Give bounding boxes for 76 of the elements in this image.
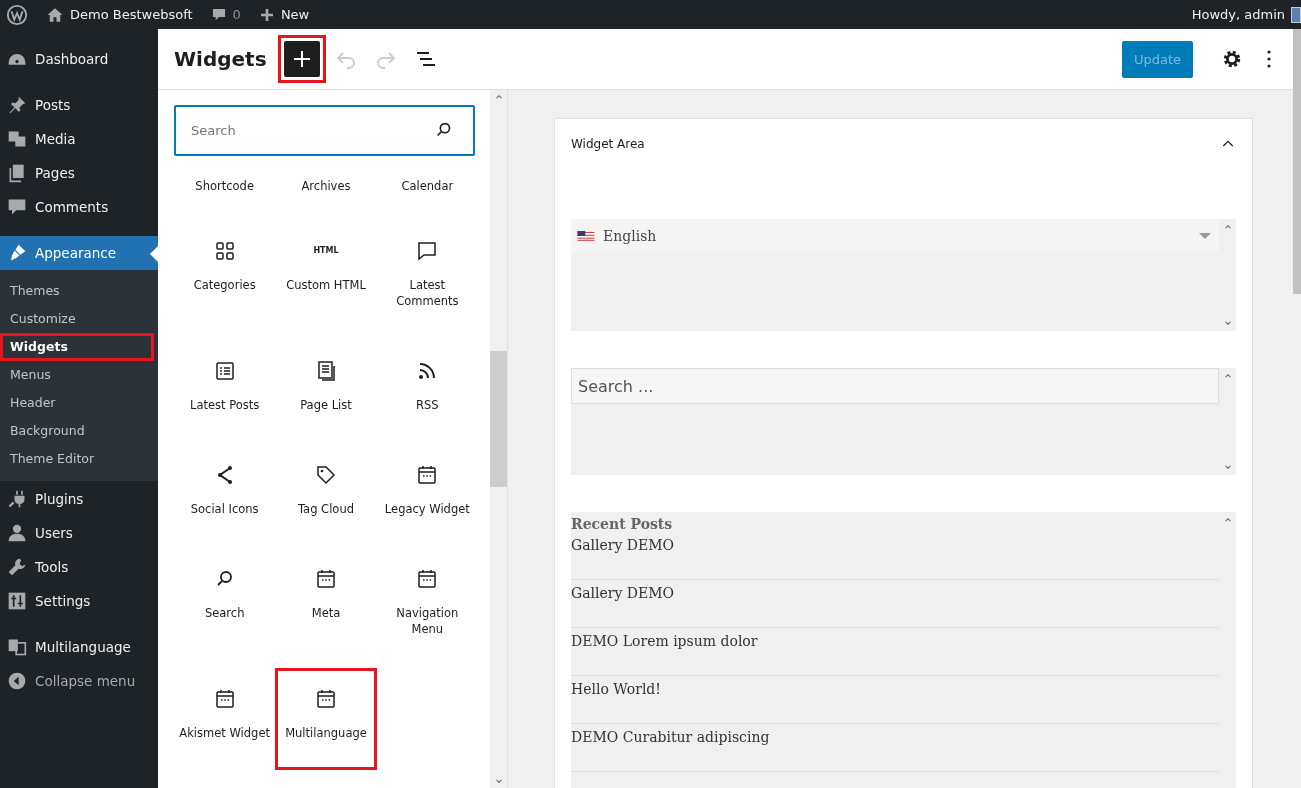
block-item[interactable]: Page List [275, 340, 377, 442]
media-icon [7, 129, 27, 149]
pushpin-icon [7, 95, 27, 115]
menu-item[interactable]: Pages [0, 156, 158, 190]
language-dropdown[interactable]: English [571, 219, 1219, 253]
menu-item[interactable]: Multilanguage [0, 630, 158, 664]
page-title: Widgets [174, 47, 267, 71]
collapse-icon [7, 671, 27, 691]
site-name-link[interactable]: Demo Bestwebsoft [70, 7, 193, 22]
block-item[interactable]: Multilanguage [275, 668, 377, 770]
plus-icon[interactable] [258, 6, 275, 23]
block-item[interactable]: Social Icons [174, 444, 276, 546]
block-item[interactable]: Categories [174, 220, 276, 338]
post-link[interactable]: Hello World! [571, 676, 1219, 724]
calendar-icon [314, 567, 338, 591]
greeting-link[interactable]: Howdy, admin [1191, 7, 1285, 22]
block-item[interactable]: Calendar [376, 156, 478, 218]
menu-item[interactable]: Dashboard [0, 42, 158, 76]
submenu-item[interactable]: Background [0, 417, 154, 445]
submenu-item[interactable]: Theme Editor [0, 445, 154, 473]
menu-item[interactable]: Tools [0, 550, 158, 584]
sliders-icon [7, 591, 27, 611]
settings-icon[interactable] [1221, 48, 1243, 70]
tag-icon [314, 463, 338, 487]
submenu-item[interactable]: Menus [0, 361, 154, 389]
widget-heading: Recent Posts [571, 516, 674, 532]
scrollbar[interactable] [1293, 29, 1301, 788]
flag-icon [577, 231, 595, 241]
dropdown-arrow-icon [1199, 233, 1211, 239]
menu-item[interactable]: Appearance [0, 236, 158, 270]
add-block-button[interactable] [283, 41, 320, 77]
submenu-item[interactable]: Themes [0, 277, 154, 305]
block-item[interactable]: Legacy Widget [376, 444, 478, 546]
scrollbar-thumb[interactable] [1293, 29, 1301, 294]
search-input[interactable]: Search ... [571, 368, 1219, 404]
menu-item[interactable]: Comments [0, 190, 158, 224]
comment-count: 0 [232, 7, 241, 22]
menu-item[interactable]: Media [0, 122, 158, 156]
post-link[interactable]: DEMO Lorem ipsum dolor [571, 628, 1219, 676]
block-item[interactable]: Shortcode [174, 156, 276, 218]
menu-item[interactable]: Settings [0, 584, 158, 618]
plug-icon [7, 489, 27, 509]
avatar-placeholder[interactable] [1291, 6, 1301, 23]
block-item[interactable]: RSS [376, 340, 478, 442]
block-item[interactable]: Latest Comments [376, 220, 478, 338]
user-icon [7, 523, 27, 543]
wordpress-logo-icon[interactable] [6, 3, 28, 26]
submenu-item[interactable]: Widgets [0, 333, 154, 361]
wrench-icon [7, 557, 27, 577]
menu-item[interactable]: Posts [0, 88, 158, 122]
block-item[interactable]: Archives [275, 156, 377, 218]
block-item[interactable]: Search [174, 548, 276, 666]
menu-item[interactable]: Plugins [0, 482, 158, 516]
post-link[interactable]: Gallery DEMO [571, 580, 1219, 628]
submenu-item[interactable]: Customize [0, 305, 154, 333]
post-link[interactable]: Gallery DEMO [571, 532, 1219, 580]
block-item[interactable]: HTML Custom HTML [275, 220, 377, 338]
block-item[interactable]: Meta [275, 548, 377, 666]
submenu-item[interactable]: Header [0, 389, 154, 417]
new-link[interactable]: New [280, 7, 310, 22]
block-item[interactable]: Akismet Widget [174, 668, 276, 770]
scrollbar[interactable] [490, 90, 507, 788]
html-icon: HTML [313, 239, 339, 263]
widget-area-title: Widget Area [571, 137, 645, 151]
translate-icon [7, 637, 27, 657]
scrollbar-thumb[interactable] [490, 351, 507, 487]
menu-item[interactable]: Users [0, 516, 158, 550]
post-link[interactable]: DEMO Curabitur adipiscing [571, 724, 1219, 772]
block-item[interactable]: Latest Posts [174, 340, 276, 442]
menu-item[interactable]: Collapse menu [0, 664, 158, 698]
search-field[interactable]: Search [174, 105, 475, 156]
calendar-icon [314, 687, 338, 711]
pages-icon [7, 163, 27, 183]
block-item[interactable]: Tag Cloud [275, 444, 377, 546]
speech-bubble-icon [7, 197, 27, 217]
block-item[interactable]: Navigation Menu [376, 548, 478, 666]
